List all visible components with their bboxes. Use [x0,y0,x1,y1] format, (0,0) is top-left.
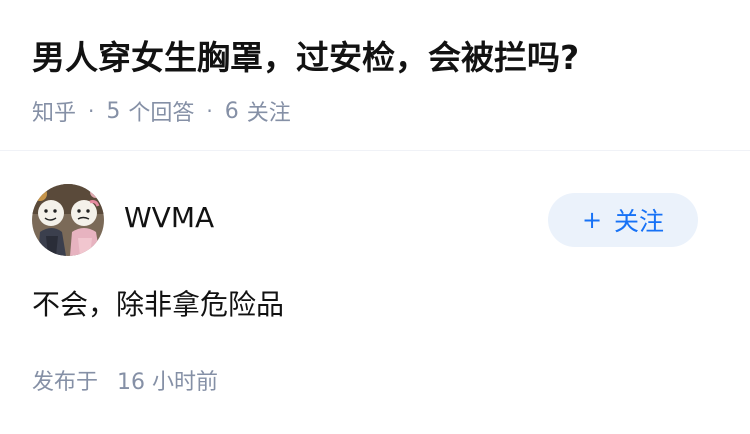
question-header: 男人穿女生胸罩，过安检，会被拦吗? 知乎 · 5 个回答 · 6 关注 [0,0,750,150]
answer-timestamp: 发布于 16 小时前 [32,367,218,399]
plus-icon: + [581,206,603,234]
follower-count-label: 关注 [246,101,291,126]
meta-separator: · [206,99,213,123]
author-avatar[interactable] [32,184,104,256]
follow-button-label: 关注 [614,207,665,236]
source-label[interactable]: 知乎 [32,95,76,127]
author-name[interactable]: WVMA [124,199,214,237]
follower-count: 6 [224,98,239,124]
question-meta: 知乎 · 5 个回答 · 6 关注 [32,94,291,128]
answer-count: 5 [106,98,121,124]
meme-faces-avatar-icon [32,184,104,256]
answer-count-label: 个回答 [128,101,195,126]
answer-content[interactable]: 不会，除非拿危险品 [32,283,284,327]
page: 男人穿女生胸罩，过安检，会被拦吗? 知乎 · 5 个回答 · 6 关注 WVMA… [0,0,750,434]
published-label: 发布于 [32,370,99,395]
published-time: 16 小时前 [117,370,219,395]
question-title[interactable]: 男人穿女生胸罩，过安检，会被拦吗? [32,32,579,84]
meta-separator: · [88,99,95,123]
follow-button[interactable]: + 关注 [548,193,698,247]
answer-card: WVMA + 关注 不会，除非拿危险品 发布于 16 小时前 [0,151,750,434]
